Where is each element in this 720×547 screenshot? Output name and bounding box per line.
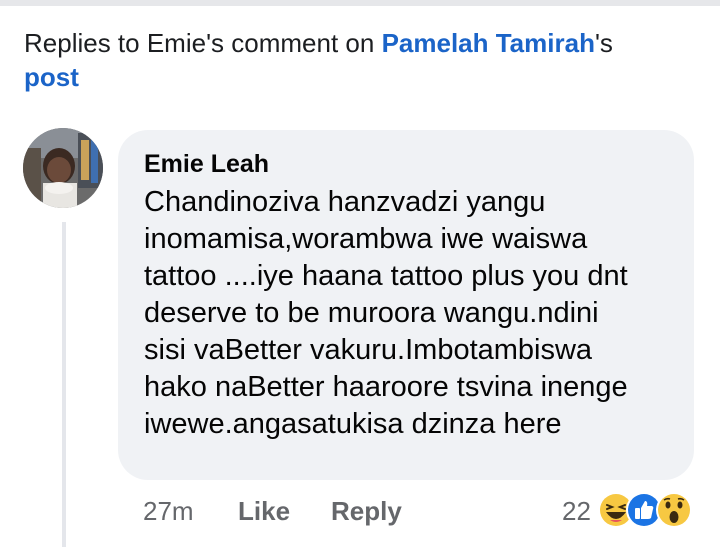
reaction-count: 22 (562, 496, 591, 526)
header-suffix: 's (594, 28, 613, 58)
comment-author[interactable]: Emie Leah (144, 148, 668, 180)
header-prefix: Replies to Emie's comment on (24, 28, 382, 58)
comment-text: Chandinoziva hanzvadzi yangu inomamisa,w… (144, 186, 628, 440)
replies-header: Replies to Emie's comment on Pamelah Tam… (24, 26, 694, 94)
thread-line (62, 222, 66, 547)
avatar-photo (23, 128, 103, 208)
wow-icon (656, 492, 692, 528)
comment-bubble: Emie Leah Chandinoziva hanzvadzi yangu i… (118, 130, 694, 480)
post-link[interactable]: post (24, 62, 79, 92)
avatar[interactable] (23, 128, 103, 208)
top-border (0, 0, 720, 6)
post-author-link[interactable]: Pamelah Tamirah (382, 28, 595, 58)
like-button[interactable]: Like (238, 495, 290, 527)
reply-button[interactable]: Reply (331, 495, 402, 527)
comment-timestamp[interactable]: 27m (143, 495, 194, 527)
